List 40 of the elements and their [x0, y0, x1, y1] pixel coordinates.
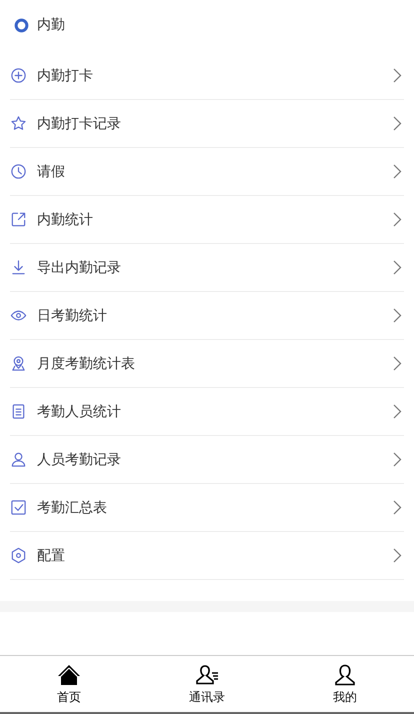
- settings-icon: [10, 547, 27, 564]
- chevron-icon: [393, 452, 402, 467]
- clock-icon: [10, 163, 27, 180]
- menu-item[interactable]: 考勤人员统计: [10, 388, 404, 436]
- menu-item[interactable]: 内勤打卡记录: [10, 100, 404, 148]
- menu-item[interactable]: 导出内勤记录: [10, 244, 404, 292]
- person-icon: [10, 451, 27, 468]
- checkbox-icon: [10, 499, 27, 516]
- menu-item[interactable]: 请假: [10, 148, 404, 196]
- chevron-icon: [393, 308, 402, 323]
- menu-item[interactable]: 日考勤统计: [10, 292, 404, 340]
- star-icon: [10, 115, 27, 132]
- menu-item[interactable]: 内勤打卡: [10, 52, 404, 100]
- download-icon: [10, 259, 27, 276]
- tab[interactable]: 我的: [276, 656, 414, 712]
- menu-item[interactable]: 人员考勤记录: [10, 436, 404, 484]
- tab-label: 首页: [57, 688, 81, 706]
- tab-label: 通讯录: [189, 688, 225, 706]
- chevron-icon: [393, 212, 402, 227]
- ring-icon: [14, 18, 29, 32]
- section-title: 内勤: [37, 16, 65, 35]
- chevron-icon: [393, 500, 402, 515]
- menu-item[interactable]: 月度考勤统计表: [10, 340, 404, 388]
- tab-label: 我的: [333, 688, 357, 706]
- tab[interactable]: 首页: [0, 656, 138, 712]
- chevron-icon: [393, 548, 402, 563]
- chevron-icon: [393, 260, 402, 275]
- menu-item[interactable]: 内勤统计: [10, 196, 404, 244]
- chevron-icon: [393, 164, 402, 179]
- chevron-icon: [393, 356, 402, 371]
- document-icon: [10, 403, 27, 420]
- plus-circle-icon: [10, 67, 27, 84]
- share-icon: [10, 211, 27, 228]
- location-pin-icon: [10, 355, 27, 372]
- menu-item[interactable]: 考勤汇总表: [10, 484, 404, 532]
- chevron-icon: [393, 404, 402, 419]
- chevron-icon: [393, 116, 402, 131]
- chevron-icon: [393, 68, 402, 83]
- menu-item[interactable]: 配置: [10, 532, 404, 580]
- tab[interactable]: 通讯录: [138, 656, 276, 712]
